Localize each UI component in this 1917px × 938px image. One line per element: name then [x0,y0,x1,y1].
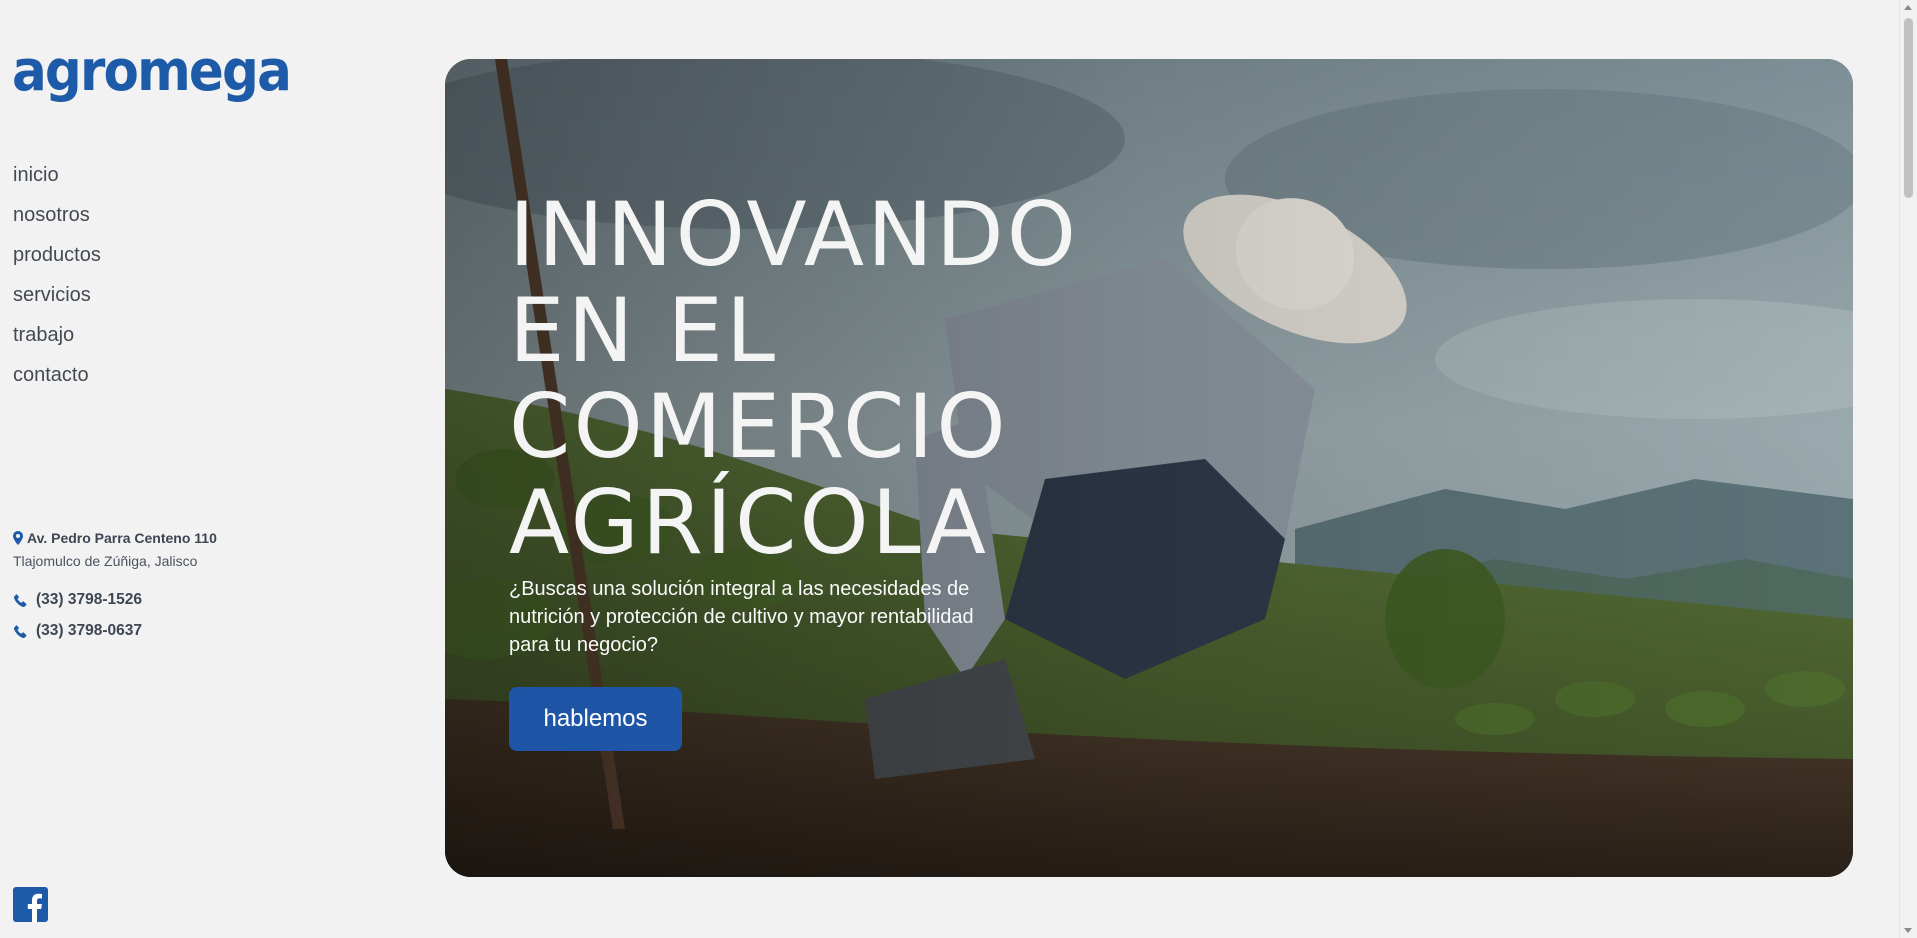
scroll-down-arrow-icon[interactable] [1904,928,1912,933]
scroll-up-arrow-icon[interactable] [1904,5,1912,10]
phone-icon [13,593,27,607]
headline-line-4: AGRÍCOLA [509,471,989,574]
headline-line-1: INNOVANDO [509,183,1079,286]
hero-subtitle: ¿Buscas una solución integral a las nece… [509,578,974,656]
brand-logo[interactable]: agromega [12,44,292,100]
page-scrollbar[interactable] [1899,0,1917,938]
nav-link-contacto[interactable]: contacto [13,364,89,386]
hero-headline: INNOVANDO EN EL COMERCIO AGRÍCOLA [509,187,1079,571]
nav-item-productos: productos [13,240,101,280]
nav-link-servicios[interactable]: servicios [13,284,91,306]
nav-link-productos[interactable]: productos [13,244,101,266]
nav-item-inicio: inicio [13,160,101,200]
nav-link-trabajo[interactable]: trabajo [13,324,74,346]
phone-2[interactable]: (33) 3798-0637 [13,622,217,640]
phone-number-2: (33) 3798-0637 [36,622,142,639]
nav-item-contacto: contacto [13,360,101,400]
hero-banner: INNOVANDO EN EL COMERCIO AGRÍCOLA ¿Busca… [445,59,1853,877]
scrollbar-thumb[interactable] [1904,18,1913,198]
map-pin-icon [13,531,23,545]
headline-line-3: COMERCIO [509,375,1009,478]
nav-item-servicios: servicios [13,280,101,320]
hablemos-button[interactable]: hablemos [509,687,682,751]
nav-link-inicio[interactable]: inicio [13,164,59,186]
phone-icon [13,624,27,638]
nav-item-nosotros: nosotros [13,200,101,240]
address-city: Tlajomulco de Zúñiga, Jalisco [13,553,198,569]
headline-line-2: EN EL [509,279,779,382]
nav-item-trabajo: trabajo [13,320,101,360]
address-street: Av. Pedro Parra Centeno 110 [27,530,217,546]
facebook-icon [27,893,42,922]
contact-info: Av. Pedro Parra Centeno 110 Tlajomulco d… [13,530,217,640]
main-nav: inicio nosotros productos servicios trab… [13,160,101,400]
facebook-link[interactable] [13,887,48,922]
phone-1[interactable]: (33) 3798-1526 [13,591,217,609]
nav-link-nosotros[interactable]: nosotros [13,204,90,226]
phone-number-1: (33) 3798-1526 [36,591,142,608]
address-line1: Av. Pedro Parra Centeno 110 [13,530,217,546]
